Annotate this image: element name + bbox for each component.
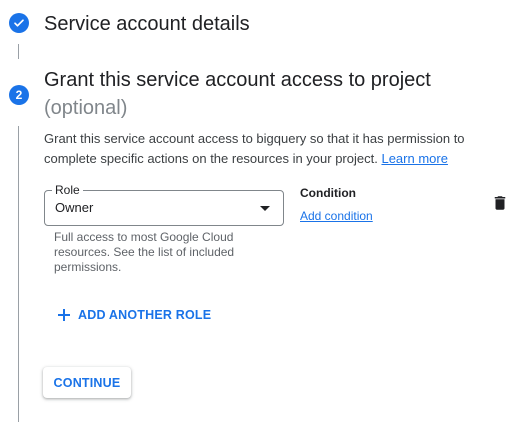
add-another-role-button[interactable]: ADD ANOTHER ROLE <box>56 304 211 326</box>
step-title-grant-access: Grant this service account access to pro… <box>44 69 431 91</box>
role-help-text: Full access to most Google Cloud resourc… <box>54 230 235 274</box>
role-select[interactable]: Role Owner <box>44 182 284 226</box>
role-selected-value: Owner <box>55 200 94 215</box>
add-condition-link[interactable]: Add condition <box>300 208 373 224</box>
step-title-service-account-details[interactable]: Service account details <box>44 12 250 36</box>
role-field-label: Role <box>52 182 83 198</box>
step-connector <box>18 126 19 422</box>
step-complete-check-icon <box>9 13 29 33</box>
condition-label: Condition <box>300 186 356 200</box>
continue-button[interactable]: CONTINUE <box>43 367 131 398</box>
continue-button-label: CONTINUE <box>53 375 121 390</box>
step-optional-label: (optional) <box>44 97 128 119</box>
learn-more-link[interactable]: Learn more <box>381 151 447 166</box>
step-number-badge: 2 <box>9 85 29 105</box>
step-description: Grant this service account access to big… <box>44 129 484 169</box>
dropdown-arrow-icon <box>260 206 270 211</box>
step-connector <box>18 44 19 59</box>
trash-icon[interactable] <box>491 193 509 213</box>
add-another-role-label: ADD ANOTHER ROLE <box>78 308 212 322</box>
plus-icon <box>58 309 70 321</box>
